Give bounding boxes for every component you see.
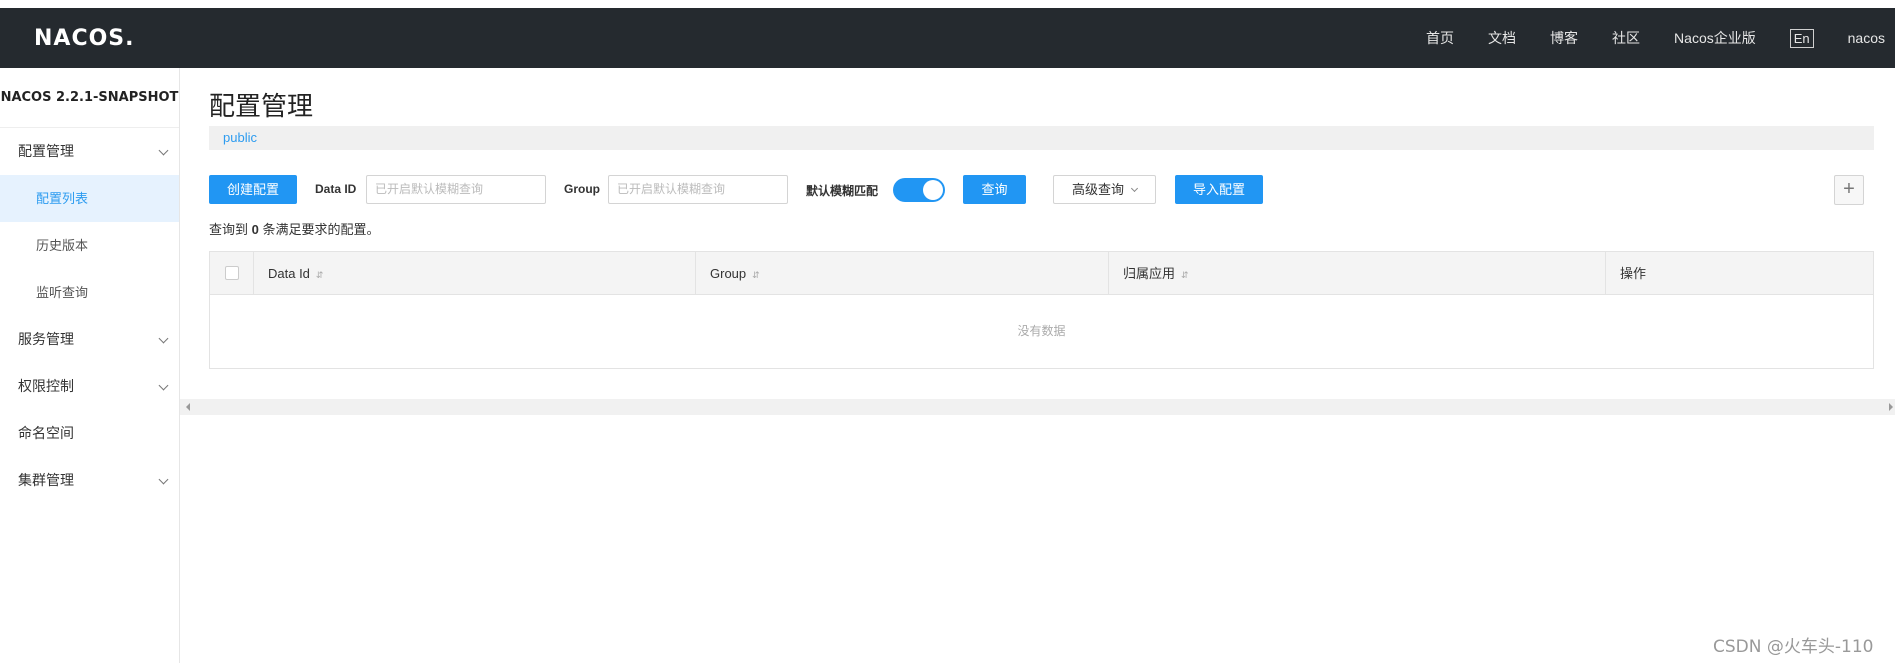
nav-docs[interactable]: 文档 — [1488, 28, 1516, 48]
sidebar-item-listener-query[interactable]: 监听查询 — [0, 269, 179, 316]
select-all-cell — [210, 252, 254, 295]
select-all-checkbox[interactable] — [225, 266, 239, 280]
sidebar: NACOS 2.2.1-SNAPSHOT 配置管理 配置列表 历史版本 监听查询… — [0, 68, 180, 663]
plus-icon[interactable]: + — [1834, 175, 1864, 205]
fuzzy-match-toggle[interactable] — [893, 178, 945, 202]
sort-icon[interactable]: ⇵ — [752, 270, 760, 280]
horizontal-scrollbar[interactable] — [180, 399, 1895, 415]
namespace-public[interactable]: public — [223, 130, 257, 145]
column-label: 操作 — [1620, 266, 1647, 281]
sidebar-item-config-management[interactable]: 配置管理 — [0, 128, 179, 175]
language-toggle[interactable]: En — [1789, 28, 1814, 48]
watermark: CSDN @火车头-110 — [1713, 637, 1874, 657]
result-prefix: 查询到 — [209, 222, 249, 237]
sidebar-item-label: 服务管理 — [18, 331, 74, 347]
sidebar-item-label: 权限控制 — [18, 378, 74, 394]
column-label: 归属应用 — [1123, 266, 1176, 281]
chevron-down-icon — [1130, 184, 1139, 193]
group-input[interactable]: 已开启默认模糊查询 — [608, 175, 788, 204]
column-data-id[interactable]: Data Id ⇵ — [254, 252, 696, 295]
advanced-query-label: 高级查询 — [1072, 182, 1125, 197]
page-title: 配置管理 — [209, 91, 314, 121]
query-button[interactable]: 查询 — [963, 175, 1026, 204]
sidebar-item-label: 命名空间 — [18, 425, 74, 441]
config-table: Data Id ⇵ Group ⇵ 归属应用 ⇵ 操作 没有数据 — [209, 251, 1874, 369]
sidebar-item-service-management[interactable]: 服务管理 — [0, 316, 179, 363]
data-id-label: Data ID — [315, 182, 357, 196]
sidebar-item-config-list[interactable]: 配置列表 — [0, 175, 179, 222]
chevron-down-icon — [158, 145, 169, 156]
column-group[interactable]: Group ⇵ — [696, 252, 1109, 295]
column-label: Data Id — [268, 266, 310, 281]
top-nav: 首页 文档 博客 社区 Nacos企业版 En nacos — [1426, 8, 1895, 68]
import-config-button[interactable]: 导入配置 — [1175, 175, 1263, 204]
sidebar-item-history[interactable]: 历史版本 — [0, 222, 179, 269]
scroll-right-icon[interactable] — [1889, 403, 1893, 411]
version-label: NACOS 2.2.1-SNAPSHOT — [0, 68, 179, 128]
search-toolbar: 创建配置 Data ID 已开启默认模糊查询 Group 已开启默认模糊查询 默… — [209, 175, 1874, 205]
sidebar-item-access-control[interactable]: 权限控制 — [0, 363, 179, 410]
create-config-button[interactable]: 创建配置 — [209, 175, 297, 204]
data-id-input[interactable]: 已开启默认模糊查询 — [366, 175, 546, 204]
scroll-left-icon[interactable] — [186, 403, 190, 411]
sort-icon[interactable]: ⇵ — [316, 270, 324, 280]
user-menu[interactable]: nacos — [1848, 30, 1885, 46]
namespace-bar: public — [209, 126, 1874, 150]
advanced-query-button[interactable]: 高级查询 — [1053, 175, 1156, 204]
fuzzy-match-label: 默认模糊匹配 — [806, 184, 879, 198]
nav-home[interactable]: 首页 — [1426, 28, 1454, 48]
top-navbar: NACOS. 首页 文档 博客 社区 Nacos企业版 En nacos — [0, 8, 1895, 68]
sidebar-item-label: 配置管理 — [18, 143, 74, 159]
sort-icon[interactable]: ⇵ — [1181, 270, 1189, 280]
sidebar-item-namespace[interactable]: 命名空间 — [0, 410, 179, 457]
column-actions: 操作 — [1606, 252, 1873, 295]
chevron-down-icon — [158, 474, 169, 485]
result-suffix: 条满足要求的配置。 — [262, 222, 380, 237]
result-count: 0 — [251, 222, 259, 237]
nacos-logo[interactable]: NACOS. — [34, 26, 135, 51]
nav-blog[interactable]: 博客 — [1550, 28, 1578, 48]
table-header: Data Id ⇵ Group ⇵ 归属应用 ⇵ 操作 — [210, 252, 1873, 295]
nav-community[interactable]: 社区 — [1612, 28, 1640, 48]
result-summary: 查询到 0 条满足要求的配置。 — [209, 219, 380, 238]
column-app[interactable]: 归属应用 ⇵ — [1109, 252, 1606, 295]
group-label: Group — [564, 182, 600, 196]
sidebar-item-cluster-management[interactable]: 集群管理 — [0, 457, 179, 504]
chevron-down-icon — [158, 380, 169, 391]
nav-enterprise[interactable]: Nacos企业版 — [1674, 28, 1756, 48]
sidebar-item-label: 集群管理 — [18, 472, 74, 488]
chevron-down-icon — [158, 333, 169, 344]
empty-state: 没有数据 — [1017, 324, 1066, 338]
column-label: Group — [710, 266, 747, 281]
toggle-knob — [923, 180, 943, 200]
